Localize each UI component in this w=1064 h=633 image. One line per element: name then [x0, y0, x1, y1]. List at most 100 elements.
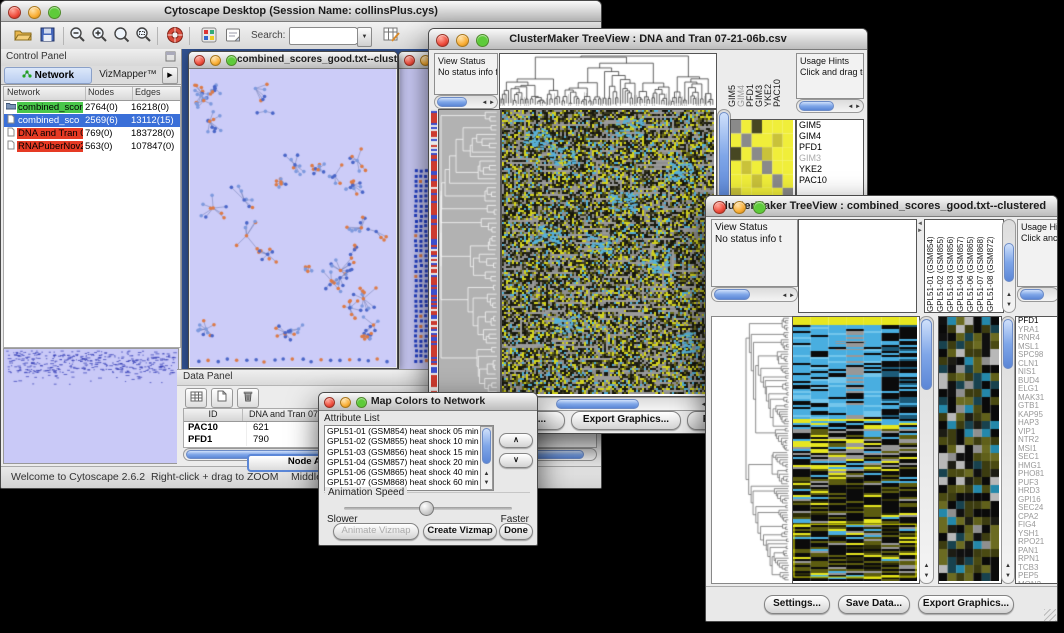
usage-hints-scrollbar[interactable]: ◄ ► [796, 99, 864, 113]
new-attribute-button[interactable] [211, 388, 233, 408]
zoom-button[interactable] [753, 201, 766, 214]
gene-label[interactable]: MON2 [1016, 581, 1058, 585]
network-table-row[interactable]: combined_sco2569(6)13112(15) [4, 114, 180, 127]
tab-vizmapper[interactable]: VizMapper™ [93, 67, 163, 82]
treeview1-titlebar[interactable]: ClusterMaker TreeView : DNA and Tran 07-… [429, 29, 867, 50]
view-status-scrollbar[interactable]: ◄ ► [711, 287, 798, 302]
open-session-button[interactable] [11, 25, 35, 49]
zoom-selected-button[interactable] [131, 25, 155, 49]
dialog-titlebar[interactable]: Map Colors to Network [319, 393, 537, 411]
attribute-list-item[interactable]: GPL51-02 (GSM855) heat shock 10 min [325, 436, 482, 446]
scrollbar-thumb[interactable] [1004, 243, 1014, 282]
birdseye-view[interactable] [4, 349, 178, 463]
done-button[interactable]: Done [499, 523, 533, 540]
attribute-browser-button[interactable] [379, 25, 403, 49]
tab-network[interactable]: Network [4, 67, 92, 84]
delete-attribute-button[interactable] [237, 388, 259, 408]
scrollbar-thumb[interactable] [556, 399, 639, 409]
row-dendrogram-box-1[interactable] [438, 109, 501, 397]
settings-button[interactable]: Settings... [764, 595, 830, 614]
col-header-edges[interactable]: Edges [133, 87, 180, 100]
gene-label[interactable]: PAC10 [797, 175, 863, 186]
col-header-network[interactable]: Network [4, 87, 86, 100]
close-button[interactable] [713, 201, 726, 214]
col-header-id[interactable]: ID [184, 409, 243, 421]
row-dendrogram-box-2[interactable] [711, 316, 793, 584]
treeview2-titlebar[interactable]: ClusterMaker TreeView : combined_scores_… [706, 196, 1057, 217]
gene-list-2[interactable]: PFD1YRA1RNR4MSL1SPC98CLN1NIS1BUD4ELG1MAK… [1015, 316, 1058, 584]
column-dendrogram-box-2[interactable] [798, 219, 917, 313]
zoom-button[interactable] [48, 6, 61, 19]
scrollbar-thumb[interactable] [714, 289, 750, 300]
column-label[interactable]: PFD1 [746, 53, 754, 107]
scrollbar-thumb[interactable] [799, 101, 834, 111]
scrollbar-thumb[interactable] [921, 319, 932, 390]
animate-vizmap-button[interactable]: Animate Vizmap [333, 523, 419, 540]
main-titlebar[interactable]: Cytoscape Desktop (Session Name: collins… [1, 1, 601, 22]
scrollbar-thumb[interactable] [1003, 319, 1013, 369]
column-label[interactable]: GPL51-04 (GSM857) [957, 220, 965, 312]
attribute-list-scrollbar[interactable]: ▲▼ [480, 426, 493, 490]
close-button[interactable] [194, 55, 205, 66]
save-data-button[interactable]: Save Data... [838, 595, 910, 614]
close-button[interactable] [324, 397, 335, 408]
float-panel-icon[interactable] [165, 51, 176, 65]
gene-label[interactable]: GIM3 [797, 153, 863, 164]
gene-label[interactable]: PFD1 [797, 142, 863, 153]
gene-label[interactable]: GIM5 [797, 120, 863, 131]
zoom-fit-button[interactable] [109, 25, 133, 49]
select-attributes-button[interactable] [185, 388, 207, 408]
tab-overflow-button[interactable]: ▶ [162, 67, 178, 84]
scrollbar-thumb[interactable] [482, 428, 491, 464]
column-label[interactable]: PAC10 [773, 53, 781, 107]
col-header-nodes[interactable]: Nodes [86, 87, 133, 100]
search-dropdown-arrow[interactable]: ▼ [357, 27, 372, 47]
network-window-1-titlebar[interactable]: combined_scores_good.txt--cluste... [189, 52, 397, 69]
column-label[interactable]: GIM3 [755, 53, 763, 107]
gene-label[interactable]: GIM4 [797, 131, 863, 142]
column-label[interactable]: GIM4 [737, 53, 745, 107]
attribute-listbox[interactable]: GPL51-01 (GSM854) heat shock 05 minGPL51… [324, 425, 494, 491]
column-dendrogram-box[interactable] [499, 53, 717, 109]
zoom-heatmap-vscrollbar[interactable]: ▲▼ [1001, 316, 1015, 584]
help-button[interactable] [163, 25, 187, 49]
usage-hints-scrollbar[interactable] [1017, 287, 1058, 302]
zoom-heatmap-2[interactable] [938, 316, 1002, 584]
animation-speed-slider-thumb[interactable] [419, 501, 434, 516]
column-label[interactable]: GPL51-07 (GSM868) [977, 220, 985, 312]
attribute-list-item[interactable]: GPL51-01 (GSM854) heat shock 05 min [325, 426, 482, 436]
move-up-button[interactable]: ∧ [499, 433, 533, 448]
column-label[interactable]: GPL51-06 (GSM865) [967, 220, 975, 312]
attribute-list-item[interactable]: GPL51-03 (GSM856) heat shock 15 min [325, 447, 482, 457]
vizmapper-button[interactable] [197, 25, 221, 49]
zoom-button[interactable] [356, 397, 367, 408]
close-button[interactable] [404, 55, 415, 66]
attribute-list-item[interactable]: GPL51-06 (GSM865) heat shock 40 min [325, 467, 482, 477]
save-session-button[interactable] [35, 25, 59, 49]
move-down-button[interactable]: ∨ [499, 453, 533, 468]
pan-arrows-icon[interactable]: ◄► [917, 221, 923, 235]
attribute-list-item[interactable]: GPL51-04 (GSM857) heat shock 20 min [325, 457, 482, 467]
column-labels-scrollbar[interactable]: ▲▼ [1002, 219, 1016, 313]
network-table-row[interactable]: RNAPuberNov2+I563(0)107847(0) [4, 140, 180, 153]
create-vizmap-button[interactable]: Create Vizmap [423, 523, 497, 540]
heatmap-1[interactable] [501, 109, 717, 397]
zoom-button[interactable] [226, 55, 237, 66]
column-label[interactable]: GPL51-01 (GSM854) [927, 220, 935, 312]
close-button[interactable] [436, 34, 449, 47]
heatmap-2[interactable] [792, 316, 920, 584]
column-label[interactable]: GPL51-02 (GSM855) [937, 220, 945, 312]
minimize-button[interactable] [210, 55, 221, 66]
close-button[interactable] [8, 6, 21, 19]
network-table-row[interactable]: combined_scores2764(0)16218(0) [4, 101, 180, 114]
network-table-row[interactable]: DNA and Tran 07769(0)183728(0) [4, 127, 180, 140]
column-label[interactable]: YKE2 [764, 53, 772, 107]
column-label[interactable]: GPL51-03 (GSM856) [947, 220, 955, 312]
annotation-button[interactable] [221, 25, 245, 49]
minimize-button[interactable] [340, 397, 351, 408]
view-status-scrollbar[interactable]: ◄ ► [434, 95, 498, 109]
search-input[interactable] [291, 29, 357, 43]
column-label[interactable]: GIM5 [728, 53, 736, 107]
column-label[interactable]: GPL51-08 (GSM872) [987, 220, 995, 312]
heatmap-2-vscrollbar[interactable]: ▲▼ [919, 316, 934, 584]
